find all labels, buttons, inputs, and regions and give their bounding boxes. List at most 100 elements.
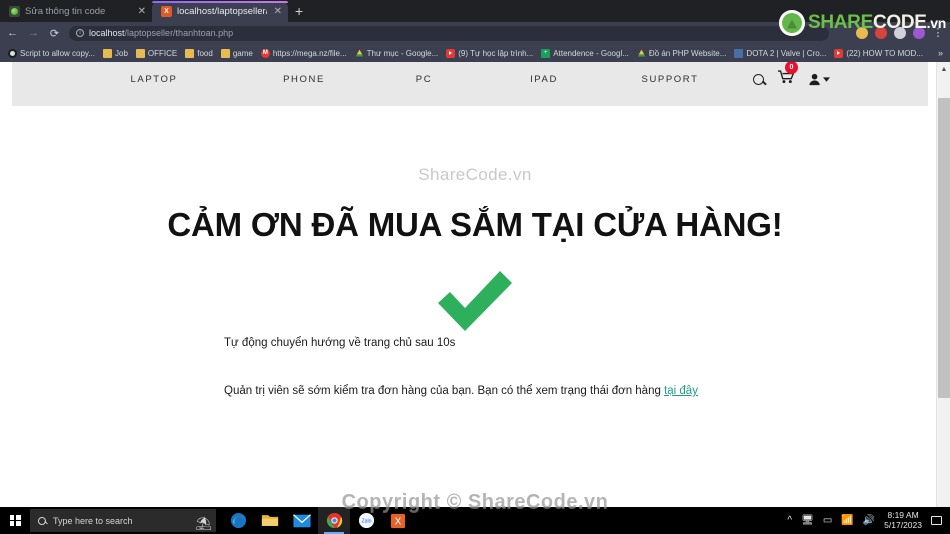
redirect-message: Tự động chuyển hướng về trang chủ sau 10… bbox=[224, 337, 456, 350]
message-block: Tự động chuyển hướng về trang chủ sau 10… bbox=[221, 335, 729, 401]
bookmark-label: DOTA 2 | Valve | Cro... bbox=[746, 48, 827, 58]
page-scrollbar[interactable]: ▲ bbox=[936, 62, 950, 507]
browser-tab-active[interactable]: localhost/laptopseller/thanhtoan ✕ bbox=[152, 1, 288, 22]
cart-count-badge: 0 bbox=[785, 62, 798, 74]
address-host: localhost bbox=[89, 28, 125, 38]
bookmark-label: Thư mục - Google... bbox=[366, 48, 439, 58]
nav-item-pc[interactable]: PC bbox=[364, 74, 484, 85]
nav-item-laptop[interactable]: LAPTOP bbox=[64, 74, 244, 85]
page-viewport: LAPTOP PHONE PC IPAD SUPPORT 0 ShareCode… bbox=[0, 62, 950, 507]
site-nav-icons: 0 bbox=[753, 62, 928, 89]
mega-icon: M bbox=[260, 48, 270, 58]
bookmark-item[interactable]: Job bbox=[100, 48, 131, 59]
user-icon bbox=[809, 73, 820, 85]
search-icon bbox=[38, 516, 46, 525]
bookmark-item[interactable]: game bbox=[218, 48, 256, 59]
bookmark-item[interactable]: + Attendence - Googl... bbox=[538, 48, 632, 59]
logo-code-text: CODE bbox=[872, 12, 927, 33]
volume-icon[interactable]: 🔊 bbox=[863, 515, 875, 526]
tab-close-icon[interactable]: ✕ bbox=[136, 6, 146, 17]
bookmark-label: food bbox=[197, 48, 213, 58]
new-tab-button[interactable]: + bbox=[295, 3, 303, 19]
svg-text:Zalo: Zalo bbox=[361, 518, 371, 524]
success-check bbox=[0, 267, 950, 335]
bookmark-item[interactable]: Thư mục - Google... bbox=[352, 48, 442, 59]
bookmark-item[interactable]: Script to allow copy... bbox=[5, 48, 98, 59]
sharecode-logo-icon bbox=[778, 10, 805, 36]
sheets-icon: + bbox=[541, 48, 551, 58]
bookmark-label: Attendence - Googl... bbox=[553, 48, 629, 58]
sharecode-favicon-icon bbox=[9, 6, 20, 17]
bookmark-label: Đồ án PHP Website... bbox=[648, 48, 727, 58]
mail-icon bbox=[293, 513, 311, 527]
folder-icon bbox=[135, 48, 145, 58]
logo-share-text: SHARE bbox=[807, 12, 873, 33]
xampp-icon: X bbox=[390, 513, 406, 528]
sharecode-logo-watermark: SHARECODE.vn bbox=[778, 10, 946, 36]
bookmark-label: (22) HOW TO MOD... bbox=[846, 48, 923, 58]
order-status-link[interactable]: tại đây bbox=[664, 385, 698, 397]
site-info-icon[interactable]: i bbox=[76, 29, 84, 37]
drive-icon bbox=[637, 49, 646, 58]
xampp-favicon-icon bbox=[161, 6, 172, 17]
bookmarks-overflow-button[interactable]: » bbox=[938, 48, 945, 58]
youtube-icon bbox=[446, 48, 456, 58]
reload-button[interactable]: ⟳ bbox=[48, 27, 61, 40]
svg-text:X: X bbox=[395, 516, 402, 527]
bookmark-item[interactable]: Đồ án PHP Website... bbox=[634, 48, 730, 59]
zalo-icon: Zalo bbox=[358, 512, 374, 529]
battery-icon[interactable]: ▭ bbox=[823, 515, 832, 526]
back-button[interactable]: ← bbox=[6, 27, 19, 39]
windows-logo-icon bbox=[9, 515, 21, 526]
bookmarks-bar: Script to allow copy... Job OFFICE food … bbox=[0, 44, 950, 62]
page-content: ShareCode.vn CẢM ƠN ĐÃ MUA SẮM TẠI CỬA H… bbox=[0, 106, 950, 401]
bookmark-item[interactable]: DOTA 2 | Valve | Cro... bbox=[731, 48, 829, 59]
file-explorer-icon bbox=[261, 515, 279, 526]
scrollbar-thumb[interactable] bbox=[938, 98, 950, 398]
folder-icon bbox=[220, 48, 230, 58]
logo-vn-text: .vn bbox=[926, 15, 947, 31]
bookmark-label: https://mega.nz/file... bbox=[272, 48, 347, 58]
wifi-icon[interactable]: 📶 bbox=[841, 515, 853, 526]
notification-icon[interactable] bbox=[931, 516, 942, 525]
scroll-up-arrow-icon[interactable]: ▲ bbox=[937, 62, 950, 76]
bookmark-label: Script to allow copy... bbox=[20, 48, 95, 58]
nav-item-phone[interactable]: PHONE bbox=[244, 74, 364, 85]
sharecode-watermark: ShareCode.vn bbox=[418, 165, 532, 184]
screen: Sửa thông tin code ✕ localhost/laptopsel… bbox=[0, 0, 950, 534]
folder-icon bbox=[103, 48, 112, 58]
address-bar-url: localhost/laptopseller/thanhtoan.php bbox=[89, 28, 233, 38]
bookmark-label: OFFICE bbox=[147, 48, 178, 58]
youtube-icon bbox=[834, 48, 844, 58]
bookmark-item[interactable]: food bbox=[182, 48, 216, 59]
browser-tab-inactive[interactable]: Sửa thông tin code ✕ bbox=[0, 1, 152, 22]
check-icon bbox=[438, 271, 512, 332]
remote-icon[interactable]: 🖥 bbox=[801, 515, 814, 526]
bookmark-item[interactable]: OFFICE bbox=[133, 48, 180, 59]
sharecode-logo-text: SHARECODE.vn bbox=[808, 12, 946, 34]
site-navigation-inner: LAPTOP PHONE PC IPAD SUPPORT 0 bbox=[12, 62, 928, 92]
edge-icon bbox=[230, 512, 246, 529]
tab-close-icon[interactable]: ✕ bbox=[272, 6, 282, 17]
tray-overflow-icon[interactable]: ^ bbox=[787, 515, 792, 526]
chevron-down-icon bbox=[823, 76, 830, 82]
nav-item-ipad[interactable]: IPAD bbox=[484, 74, 604, 85]
bookmark-label: (9) Tự học lập trình... bbox=[458, 48, 534, 58]
address-bar[interactable]: i localhost/laptopseller/thanhtoan.php bbox=[69, 25, 829, 41]
forward-button[interactable]: → bbox=[27, 27, 40, 39]
bookmark-item[interactable]: (22) HOW TO MOD... bbox=[831, 48, 926, 59]
github-icon bbox=[8, 48, 17, 58]
search-icon[interactable] bbox=[753, 73, 764, 85]
cart-button[interactable]: 0 bbox=[778, 62, 798, 89]
tab-title: localhost/laptopseller/thanhtoan bbox=[177, 6, 267, 17]
bookmark-label: game bbox=[232, 48, 253, 58]
copyright-watermark: Copyright © ShareCode.vn bbox=[341, 491, 609, 513]
bookmark-item[interactable]: M https://mega.nz/file... bbox=[258, 48, 350, 59]
drive-icon bbox=[355, 49, 364, 58]
nav-item-support[interactable]: SUPPORT bbox=[604, 74, 736, 85]
bookmark-item[interactable]: (9) Tự học lập trình... bbox=[443, 48, 536, 59]
bookmark-label: Job bbox=[115, 48, 128, 58]
address-path: /laptopseller/thanhtoan.php bbox=[124, 28, 234, 38]
order-status-text: Quản trị viên sẽ sớm kiểm tra đơn hàng c… bbox=[224, 385, 665, 398]
user-menu-button[interactable] bbox=[809, 73, 830, 86]
